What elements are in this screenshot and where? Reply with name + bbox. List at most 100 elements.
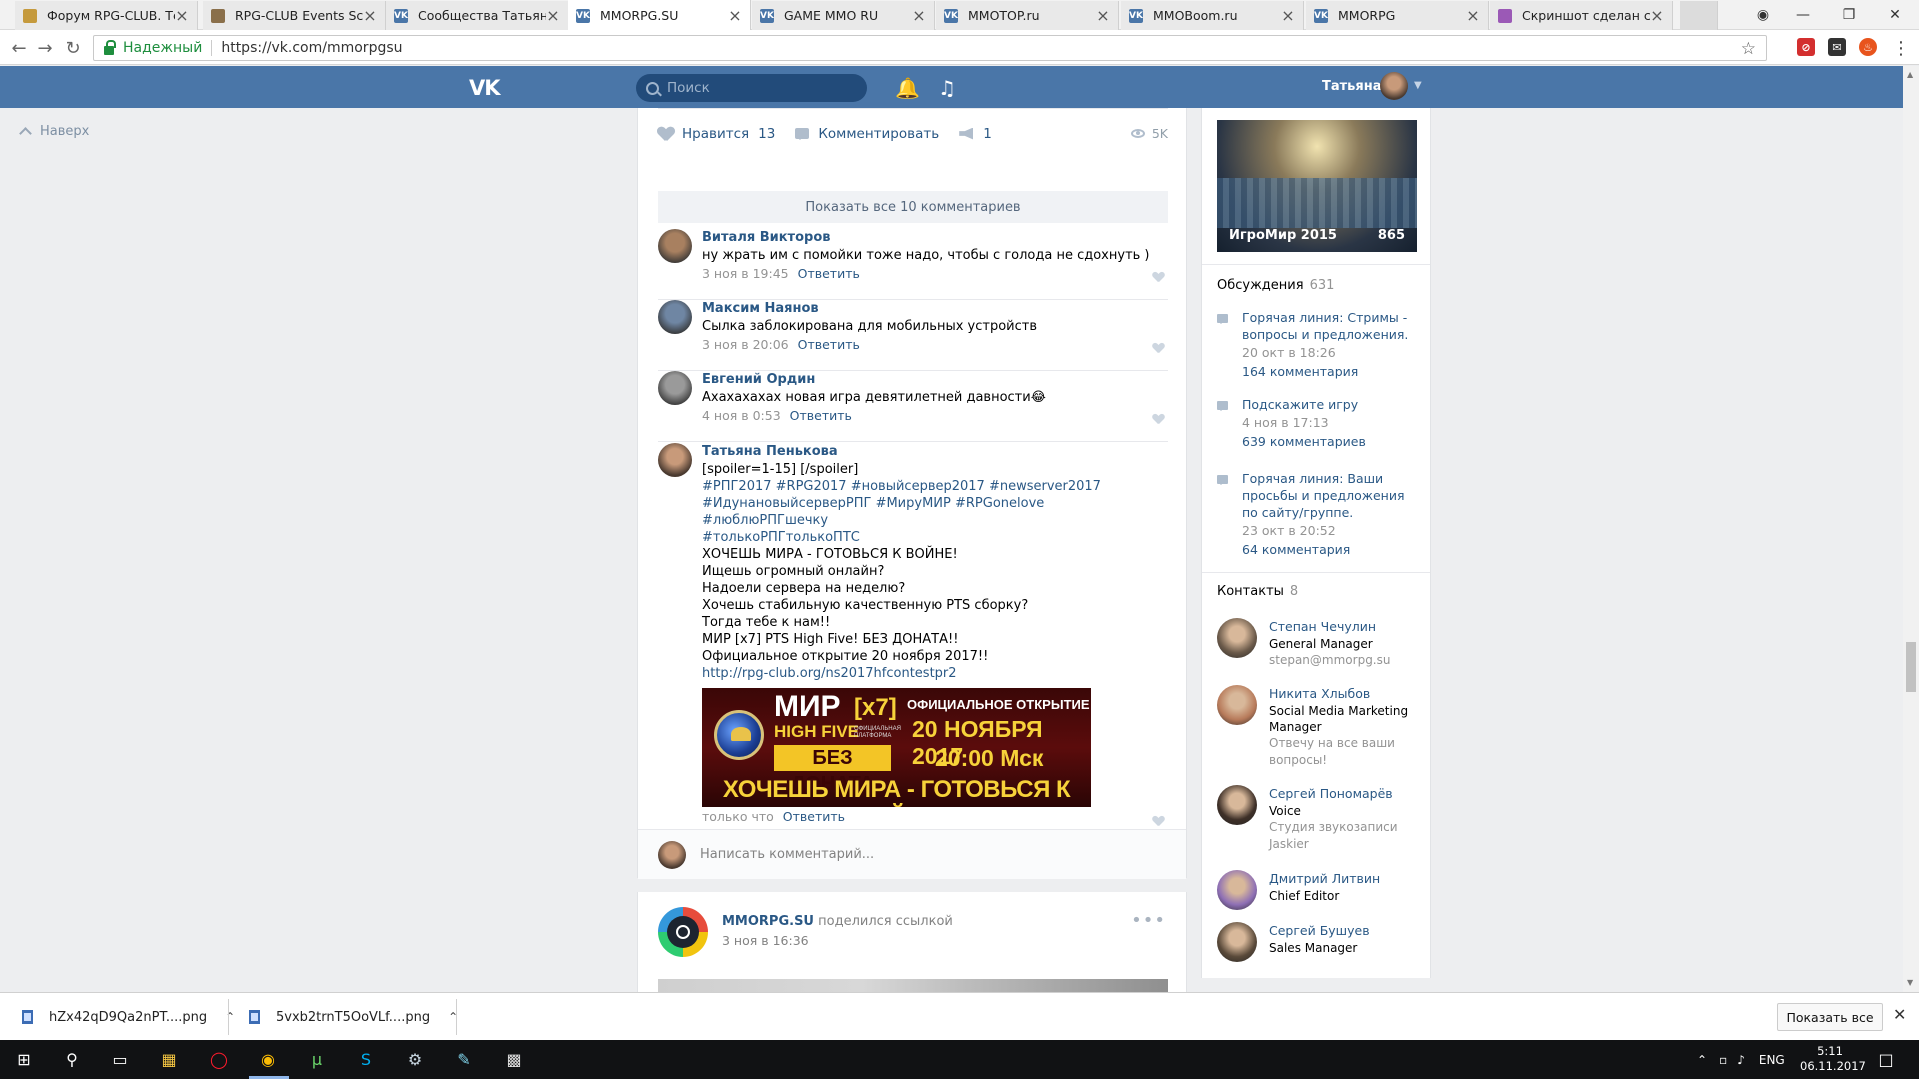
write-comment-box[interactable]: Написать комментарий... (638, 829, 1186, 879)
comment-like-icon[interactable] (1153, 414, 1164, 424)
comment-avatar[interactable] (658, 300, 692, 334)
browser-tab[interactable]: VK MMOTOP.ru × (936, 1, 1119, 30)
user-name[interactable]: Татьяна (1322, 79, 1382, 94)
close-window-button[interactable]: ✕ (1872, 0, 1918, 30)
extension-fire-icon[interactable]: ♨ (1859, 38, 1877, 56)
tab-close-icon[interactable]: × (728, 6, 742, 25)
contact-name[interactable]: Сергей Бушуев (1269, 922, 1422, 940)
hashtag-line[interactable]: #толькоРПГтолькоПТС (702, 529, 1168, 546)
close-icon[interactable]: ✕ (1893, 1005, 1906, 1024)
contact-avatar[interactable] (1217, 618, 1257, 658)
tab-close-icon[interactable]: × (1650, 6, 1664, 25)
comment-author[interactable]: Виталя Викторов (702, 229, 1168, 247)
comment-time[interactable]: только что (702, 809, 774, 824)
windows-start-icon[interactable]: ⊞ (10, 1045, 38, 1073)
contact-avatar[interactable] (1217, 870, 1257, 910)
discussion-item[interactable]: Подскажите игру 4 ноя в 17:13 639 коммента… (1217, 396, 1417, 451)
to-top-link[interactable]: Наверх (19, 124, 89, 140)
discussion-comments[interactable]: 639 комментариев (1242, 432, 1417, 451)
show-all-downloads-button[interactable]: Показать все (1777, 1003, 1883, 1031)
comment-time[interactable]: 3 ноя в 19:45 (702, 266, 789, 281)
browser-tab[interactable]: Форум RPG-CLUB. Тем× (15, 1, 198, 30)
back-button[interactable]: ← (6, 36, 32, 60)
user-avatar[interactable] (1380, 72, 1408, 100)
volume-icon[interactable]: ♪ (1737, 1053, 1745, 1067)
hashtag-line[interactable]: #РПГ2017 #RPG2017 #новыйсервер2017 #news… (702, 478, 1168, 495)
url-text[interactable]: https://vk.com/mmorpgsu (221, 40, 402, 56)
utorrent-icon[interactable]: μ (303, 1045, 331, 1073)
comment-like-icon[interactable] (1153, 816, 1164, 826)
contact-avatar[interactable] (1217, 785, 1257, 825)
tab-close-icon[interactable]: × (546, 6, 560, 25)
chevron-up-icon[interactable]: ⌃ (225, 1010, 235, 1024)
hashtag-line[interactable]: #ИдунановыйсерверРПГ #МируМИР #RPGonelov… (702, 495, 1168, 529)
file-explorer-icon[interactable]: ▦ (155, 1045, 183, 1073)
url-bar[interactable]: Надежный https://vk.com/mmorpgsu ☆ (93, 35, 1767, 61)
steam-icon[interactable]: ⚙ (401, 1045, 429, 1073)
network-icon[interactable]: ▫ (1719, 1053, 1727, 1067)
photo-album[interactable]: ИгроМир 2015 865 (1217, 120, 1417, 252)
download-item[interactable]: 5vxb2trnT5OoVLf....png ⌃ (249, 993, 458, 1041)
comment-button[interactable]: Комментировать (795, 126, 939, 142)
new-tab-button[interactable] (1680, 1, 1718, 30)
post-date[interactable]: 3 ноя в 16:36 (722, 933, 809, 948)
browser-tab[interactable]: RPG-CLUB Events Scre × (203, 1, 386, 30)
tab-close-icon[interactable]: × (1281, 6, 1295, 25)
chevron-down-icon[interactable]: ▼ (1414, 80, 1422, 91)
comment-author[interactable]: Евгений Ордин (702, 371, 1168, 389)
like-button[interactable]: Нравится 13 (658, 126, 775, 142)
tab-close-icon[interactable]: × (363, 6, 377, 25)
notifications-center-icon[interactable]: □ (1872, 1045, 1900, 1073)
contact-name[interactable]: Никита Хлыбов (1269, 685, 1422, 703)
discussion-title[interactable]: Подскажите игру (1242, 396, 1417, 413)
show-all-comments-button[interactable]: Показать все 10 комментариев (658, 191, 1168, 223)
comment-time[interactable]: 3 ноя в 20:06 (702, 337, 789, 352)
comment-link[interactable]: http://rpg-club.org/ns2017hfcontestpr2 (702, 665, 1168, 682)
scroll-up-arrow-icon[interactable]: ▲ (1907, 70, 1913, 79)
minimize-button[interactable]: — (1780, 0, 1826, 30)
contact-avatar[interactable] (1217, 685, 1257, 725)
vk-logo[interactable]: VK (469, 76, 501, 100)
search-input[interactable]: Поиск (636, 74, 867, 102)
contacts-title[interactable]: Контакты 8 (1217, 584, 1298, 599)
extension-mail-icon[interactable]: ✉ (1828, 38, 1846, 56)
tab-close-icon[interactable]: × (912, 6, 926, 25)
contact-avatar[interactable] (1217, 922, 1257, 962)
tab-close-icon[interactable]: × (175, 6, 189, 25)
task-view-icon[interactable]: ▭ (106, 1045, 134, 1073)
browser-tab[interactable]: VK GAME MMO RU × (752, 1, 935, 30)
reply-link[interactable]: Ответить (783, 809, 845, 824)
skype-icon[interactable]: S (352, 1045, 380, 1073)
discussion-item[interactable]: Горячая линия: Стримы - вопросы и предло… (1217, 309, 1417, 381)
community-avatar[interactable] (658, 907, 708, 957)
comment-like-icon[interactable] (1153, 343, 1164, 353)
browser-tab[interactable]: VK MMOBoom.ru × (1121, 1, 1304, 30)
music-icon[interactable]: ♫ (938, 76, 956, 100)
contact-name[interactable]: Степан Чечулин (1269, 618, 1422, 636)
comment-like-icon[interactable] (1153, 272, 1164, 282)
tab-close-icon[interactable]: × (1466, 6, 1480, 25)
download-item[interactable]: hZx42qD9Qa2nPT....png ⌃ (22, 993, 235, 1041)
write-comment-placeholder[interactable]: Написать комментарий... (700, 847, 874, 862)
comment-avatar[interactable] (658, 229, 692, 263)
discussion-item[interactable]: Горячая линия: Ваши просьбы и предложени… (1217, 470, 1417, 559)
browser-menu-icon[interactable]: ⋮ (1888, 36, 1914, 60)
notes-app-icon[interactable]: ✎ (450, 1045, 478, 1073)
browser-tab[interactable]: VK MMORPG.SU × (568, 0, 751, 31)
browser-tab[interactable]: VK Сообщества Татьяны П× (386, 1, 569, 30)
search-icon[interactable]: ⚲ (58, 1045, 86, 1073)
language-indicator[interactable]: ENG (1759, 1053, 1785, 1067)
chrome-icon[interactable]: ◉ (254, 1045, 282, 1073)
reply-link[interactable]: Ответить (790, 408, 852, 423)
video-app-icon[interactable]: ▩ (500, 1045, 528, 1073)
reply-link[interactable]: Ответить (798, 266, 860, 281)
opera-icon[interactable]: ◯ (205, 1045, 233, 1073)
promo-banner-image[interactable]: МИР [x7] HIGH FIVE ОФИЦИАЛЬНАЯ ПЛАТФОРМА… (702, 688, 1091, 807)
discussion-title[interactable]: Горячая линия: Ваши просьбы и предложени… (1242, 470, 1417, 521)
share-button[interactable]: 1 (959, 126, 992, 142)
post-author[interactable]: MMORPG.SU (722, 914, 814, 929)
reply-link[interactable]: Ответить (798, 337, 860, 352)
contact-name[interactable]: Дмитрий Литвин (1269, 870, 1422, 888)
discussions-title[interactable]: Обсуждения 631 (1217, 278, 1334, 293)
bookmark-star-icon[interactable]: ☆ (1741, 39, 1756, 59)
